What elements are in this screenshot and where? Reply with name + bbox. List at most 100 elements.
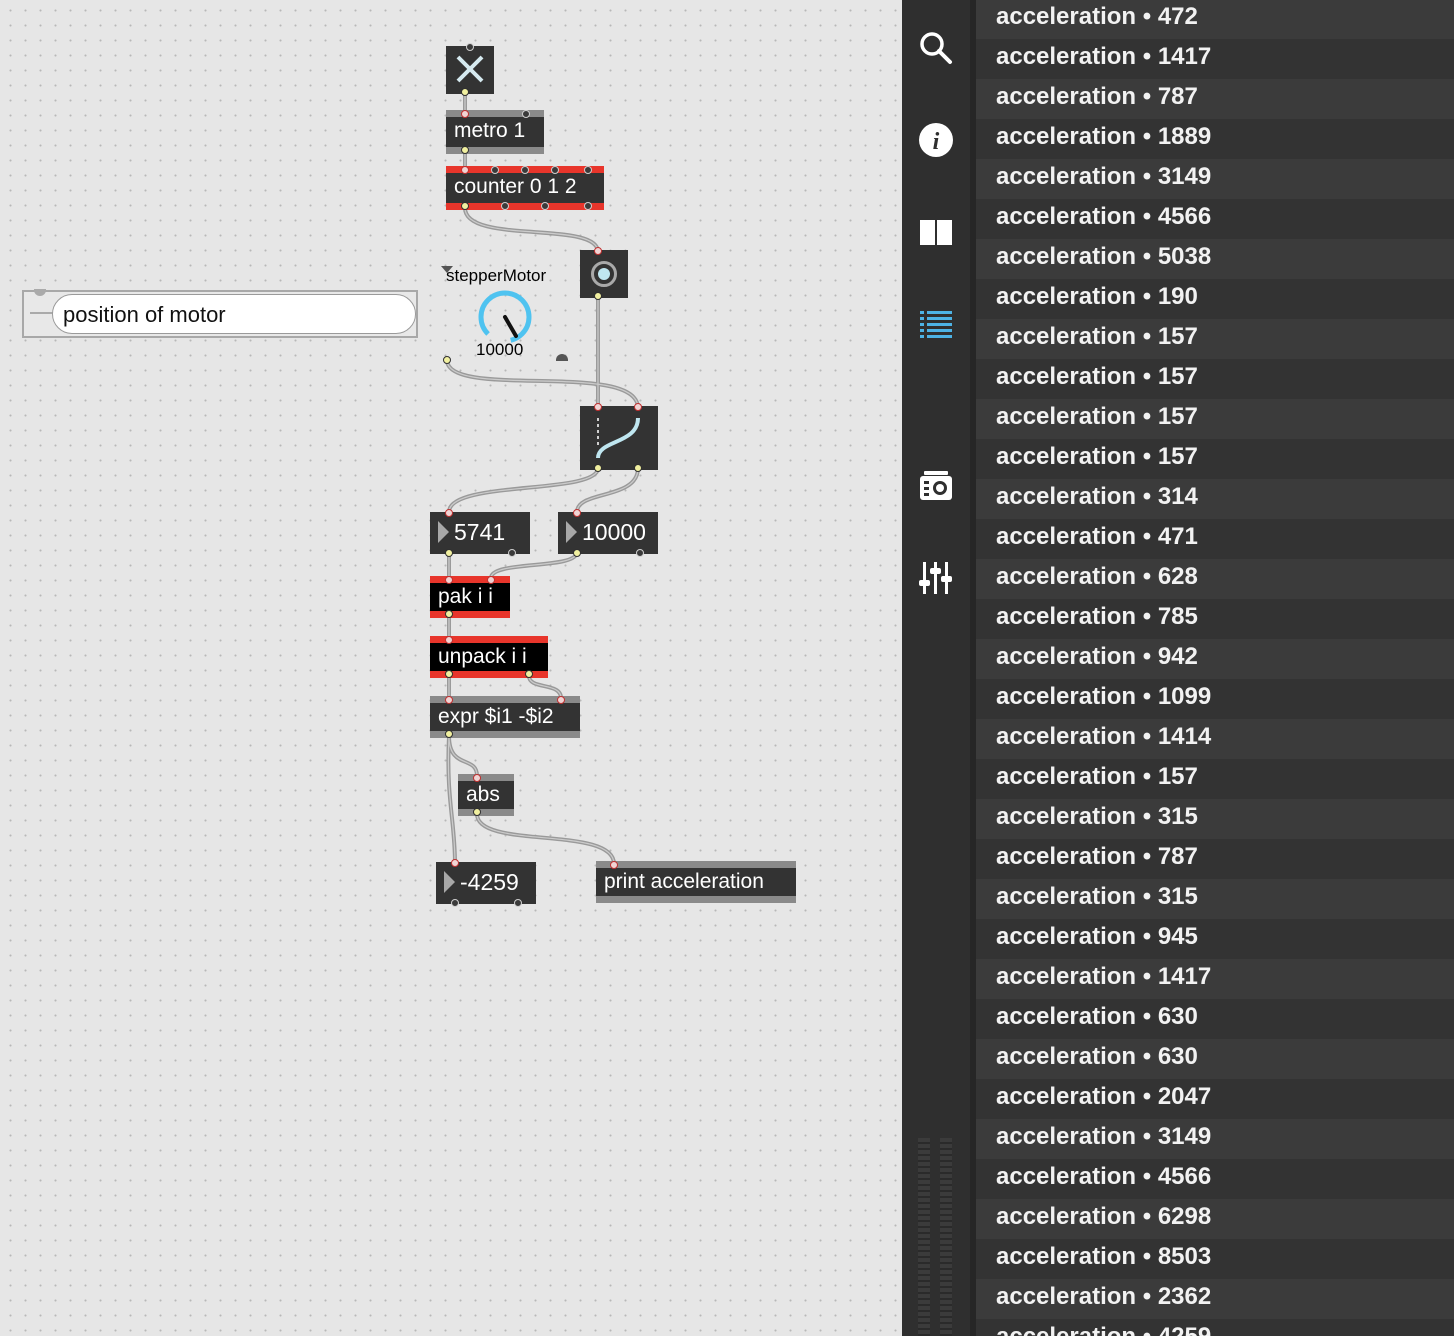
inlet[interactable]	[557, 696, 565, 704]
console-entry[interactable]: acceleration • 1889	[976, 119, 1454, 159]
snapshot-icon[interactable]	[918, 468, 954, 504]
outlet[interactable]	[445, 610, 453, 618]
console-entry[interactable]: acceleration • 4566	[976, 1159, 1454, 1199]
inlet[interactable]	[445, 576, 453, 584]
inlet[interactable]	[584, 166, 592, 174]
search-icon[interactable]	[918, 30, 954, 66]
outlet[interactable]	[556, 354, 568, 361]
number-box-right[interactable]: 10000	[558, 509, 658, 557]
console-entry[interactable]: acceleration • 5038	[976, 239, 1454, 279]
inlet[interactable]	[461, 166, 469, 174]
outlet[interactable]	[451, 899, 459, 907]
console-entry[interactable]: acceleration • 6298	[976, 1199, 1454, 1239]
outlet[interactable]	[573, 549, 581, 557]
console-entry[interactable]: acceleration • 1099	[976, 679, 1454, 719]
outlet[interactable]	[541, 202, 549, 210]
console-entry[interactable]: acceleration • 4566	[976, 199, 1454, 239]
patcher-canvas[interactable]: metro 1 counter 0 1 2 stepperMotor 10000	[0, 0, 902, 1336]
console-entry[interactable]: acceleration • 785	[976, 599, 1454, 639]
console-entry[interactable]: acceleration • 1417	[976, 959, 1454, 999]
console-entry[interactable]: acceleration • 315	[976, 879, 1454, 919]
console-entry[interactable]: acceleration • 942	[976, 639, 1454, 679]
outlet[interactable]	[594, 464, 602, 472]
outlet[interactable]	[508, 549, 516, 557]
inlet[interactable]	[445, 509, 453, 517]
comment-object[interactable]: position of motor	[22, 289, 418, 338]
inlet[interactable]	[461, 110, 469, 118]
console-entry[interactable]: acceleration • 472	[976, 0, 1454, 39]
dial-knob-icon[interactable]	[476, 288, 534, 346]
outlet[interactable]	[461, 146, 469, 154]
console-entry[interactable]: acceleration • 628	[976, 559, 1454, 599]
reference-icon[interactable]	[918, 214, 954, 250]
console-list-icon[interactable]	[918, 306, 954, 342]
inlet[interactable]	[551, 166, 559, 174]
inlet[interactable]	[610, 861, 618, 869]
info-icon[interactable]: i	[918, 122, 954, 158]
inlet[interactable]	[466, 43, 474, 51]
console-entry[interactable]: acceleration • 314	[976, 479, 1454, 519]
pak-object[interactable]: pak i i	[430, 576, 510, 618]
outlet[interactable]	[443, 356, 451, 364]
number-box-result[interactable]: -4259	[436, 859, 536, 907]
console-entry[interactable]: acceleration • 1417	[976, 39, 1454, 79]
outlet[interactable]	[473, 808, 481, 816]
inlet[interactable]	[634, 403, 642, 411]
inlet[interactable]	[445, 696, 453, 704]
inlet[interactable]	[491, 166, 499, 174]
console-entry[interactable]: acceleration • 630	[976, 1039, 1454, 1079]
metro-object[interactable]: metro 1	[446, 110, 544, 154]
console-entry[interactable]: acceleration • 787	[976, 79, 1454, 119]
expr-object[interactable]: expr $i1 -$i2	[430, 696, 580, 738]
outlet[interactable]	[636, 549, 644, 557]
inlet[interactable]	[573, 509, 581, 517]
console-entry[interactable]: acceleration • 787	[976, 839, 1454, 879]
console-entry[interactable]: acceleration • 3149	[976, 159, 1454, 199]
abs-object[interactable]: abs	[458, 774, 514, 816]
console-entry[interactable]: acceleration • 315	[976, 799, 1454, 839]
outlet[interactable]	[501, 202, 509, 210]
console-entry[interactable]: acceleration • 157	[976, 439, 1454, 479]
bang-button[interactable]	[580, 247, 628, 300]
max-console[interactable]: acceleration • 472 acceleration • 1417 acc…	[970, 0, 1454, 1336]
number-box-left[interactable]: 5741	[430, 509, 530, 557]
outlet[interactable]	[594, 292, 602, 300]
console-entry[interactable]: acceleration • 471	[976, 519, 1454, 559]
console-entry[interactable]: acceleration • 190	[976, 279, 1454, 319]
inlet[interactable]	[487, 576, 495, 584]
outlet[interactable]	[525, 670, 533, 678]
console-entry[interactable]: acceleration • 1414	[976, 719, 1454, 759]
mixer-icon[interactable]	[918, 560, 954, 596]
outlet[interactable]	[461, 88, 469, 96]
console-entry[interactable]: acceleration • 157	[976, 759, 1454, 799]
inlet[interactable]	[473, 774, 481, 782]
inlet[interactable]	[522, 110, 530, 118]
console-entry[interactable]: acceleration • 157	[976, 359, 1454, 399]
unpack-object[interactable]: unpack i i	[430, 636, 548, 678]
gate-object[interactable]	[580, 403, 658, 472]
toggle-object[interactable]	[446, 43, 494, 96]
console-entry[interactable]: acceleration • 157	[976, 319, 1454, 359]
console-entry[interactable]: acceleration • 8503	[976, 1239, 1454, 1279]
outlet[interactable]	[584, 202, 592, 210]
console-entry[interactable]: acceleration • 945	[976, 919, 1454, 959]
console-entry[interactable]: acceleration • 630	[976, 999, 1454, 1039]
outlet[interactable]	[445, 670, 453, 678]
outlet[interactable]	[514, 899, 522, 907]
inlet[interactable]	[445, 636, 453, 644]
counter-object[interactable]: counter 0 1 2	[446, 166, 604, 210]
console-entry[interactable]: acceleration • 3149	[976, 1119, 1454, 1159]
outlet[interactable]	[461, 202, 469, 210]
inlet[interactable]	[521, 166, 529, 174]
console-entry[interactable]: acceleration • 157	[976, 399, 1454, 439]
console-entry[interactable]: acceleration • 2047	[976, 1079, 1454, 1119]
inlet[interactable]	[451, 859, 459, 867]
outlet[interactable]	[445, 730, 453, 738]
inlet[interactable]	[34, 289, 46, 296]
inlet[interactable]	[594, 247, 602, 255]
inlet[interactable]	[594, 403, 602, 411]
outlet[interactable]	[634, 464, 642, 472]
console-entry[interactable]: acceleration • 2362	[976, 1279, 1454, 1319]
console-entry[interactable]: acceleration • 4259	[976, 1319, 1454, 1336]
print-object[interactable]: print acceleration	[596, 861, 796, 903]
